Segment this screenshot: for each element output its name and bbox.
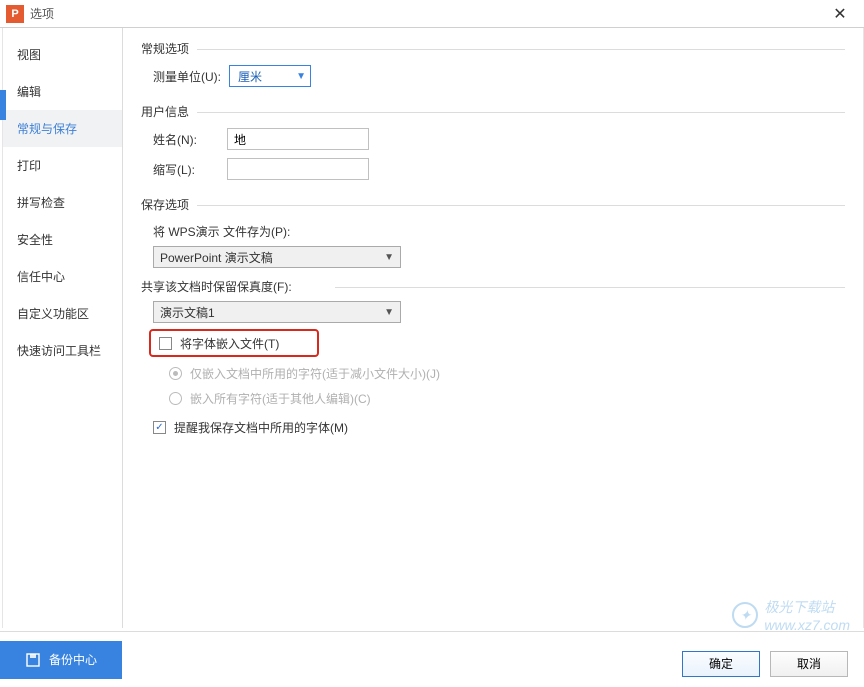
chevron-down-icon: ▼: [296, 71, 306, 82]
ok-button[interactable]: 确定: [682, 651, 760, 677]
sidebar-item-security[interactable]: 安全性: [3, 221, 122, 258]
window-title: 选项: [30, 5, 822, 22]
save-options-legend: 保存选项: [141, 196, 845, 213]
sidebar-item-label: 快速访问工具栏: [17, 344, 101, 358]
embed-option-used-chars: 仅嵌入文档中所用的字符(适于减小文件大小)(J): [169, 365, 845, 382]
fidelity-value: 演示文稿1: [160, 304, 215, 321]
fidelity-group: 共享该文档时保留保真度(F): 演示文稿1 ▼ 将字体嵌入文件(T) 仅嵌入文档…: [141, 278, 845, 436]
save-as-value: PowerPoint 演示文稿: [160, 249, 273, 266]
sidebar-item-label: 信任中心: [17, 270, 65, 284]
sidebar: 视图 编辑 常规与保存 打印 拼写检查 安全性 信任中心 自定义功能区 快速访问…: [3, 28, 123, 628]
sidebar-item-label: 自定义功能区: [17, 307, 89, 321]
sidebar-item-label: 视图: [17, 48, 41, 62]
backup-center-button[interactable]: 备份中心: [0, 641, 122, 679]
decorative-blue-sliver: [0, 90, 6, 120]
sidebar-item-label: 拼写检查: [17, 196, 65, 210]
measure-unit-select[interactable]: 厘米 ▼: [229, 65, 311, 87]
user-info-group: 用户信息 姓名(N): 缩写(L):: [141, 103, 845, 186]
save-options-group: 保存选项 将 WPS演示 文件存为(P): PowerPoint 演示文稿 ▼: [141, 196, 845, 268]
backup-center-label: 备份中心: [49, 651, 97, 668]
cancel-button[interactable]: 取消: [770, 651, 848, 677]
fidelity-select[interactable]: 演示文稿1 ▼: [153, 301, 401, 323]
sidebar-item-label: 打印: [17, 159, 41, 173]
fidelity-legend: 共享该文档时保留保真度(F):: [141, 278, 845, 295]
initials-field[interactable]: [227, 158, 369, 180]
initials-label: 缩写(L):: [153, 161, 219, 178]
sidebar-item-view[interactable]: 视图: [3, 36, 122, 73]
content-panel: 常规选项 测量单位(U): 厘米 ▼ 用户信息 姓名(N): 缩写(L): 保存…: [123, 28, 863, 628]
sidebar-item-trust-center[interactable]: 信任中心: [3, 258, 122, 295]
sidebar-item-label: 编辑: [17, 85, 41, 99]
sidebar-item-print[interactable]: 打印: [3, 147, 122, 184]
measure-unit-value: 厘米: [238, 68, 262, 85]
embed-all-chars-radio: [169, 392, 182, 405]
embed-used-chars-label: 仅嵌入文档中所用的字符(适于减小文件大小)(J): [190, 365, 440, 382]
app-icon: P: [6, 5, 24, 23]
embed-fonts-highlight: 将字体嵌入文件(T): [149, 329, 319, 357]
remind-fonts-label: 提醒我保存文档中所用的字体(M): [174, 419, 348, 436]
chevron-down-icon: ▼: [384, 252, 394, 263]
name-label: 姓名(N):: [153, 131, 219, 148]
titlebar: P 选项 ✕: [0, 0, 864, 28]
sidebar-item-quick-access[interactable]: 快速访问工具栏: [3, 332, 122, 369]
sidebar-item-spellcheck[interactable]: 拼写检查: [3, 184, 122, 221]
dialog-footer: 备份中心 确定 取消: [0, 631, 864, 687]
sidebar-item-customize-ribbon[interactable]: 自定义功能区: [3, 295, 122, 332]
embed-used-chars-radio: [169, 367, 182, 380]
embed-option-all-chars: 嵌入所有字符(适于其他人编辑)(C): [169, 390, 845, 407]
measure-unit-label: 测量单位(U):: [153, 68, 221, 85]
remind-fonts-row: 提醒我保存文档中所用的字体(M): [153, 419, 845, 436]
sidebar-item-general-save[interactable]: 常规与保存: [3, 110, 122, 147]
general-options-legend: 常规选项: [141, 40, 845, 57]
general-options-group: 常规选项 测量单位(U): 厘米 ▼: [141, 40, 845, 93]
embed-fonts-checkbox[interactable]: [159, 337, 172, 350]
embed-fonts-label: 将字体嵌入文件(T): [180, 335, 279, 352]
save-as-select[interactable]: PowerPoint 演示文稿 ▼: [153, 246, 401, 268]
sidebar-item-edit[interactable]: 编辑: [3, 73, 122, 110]
user-info-legend: 用户信息: [141, 103, 845, 120]
chevron-down-icon: ▼: [384, 307, 394, 318]
sidebar-item-label: 常规与保存: [17, 122, 77, 136]
embed-all-chars-label: 嵌入所有字符(适于其他人编辑)(C): [190, 390, 371, 407]
close-button[interactable]: ✕: [822, 4, 858, 24]
save-as-label: 将 WPS演示 文件存为(P):: [153, 223, 845, 240]
remind-fonts-checkbox[interactable]: [153, 421, 166, 434]
sidebar-item-label: 安全性: [17, 233, 53, 247]
name-field[interactable]: [227, 128, 369, 150]
backup-icon: [25, 652, 41, 668]
